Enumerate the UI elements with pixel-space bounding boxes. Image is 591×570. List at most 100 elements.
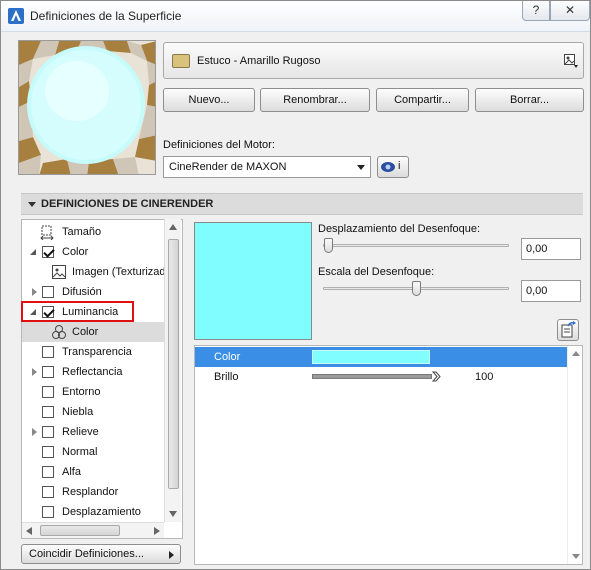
tree-item-label: Normal — [62, 446, 98, 458]
section-title: DEFINICIONES DE CINERENDER — [41, 198, 214, 210]
tree-item-reflectance[interactable]: Reflectancia — [22, 362, 166, 382]
collapsed-triangle-icon[interactable] — [32, 428, 37, 436]
tree-item-luminance-color[interactable]: Color — [22, 322, 166, 342]
fog-checkbox[interactable] — [42, 406, 54, 418]
displacement-checkbox[interactable] — [42, 506, 54, 518]
bump-checkbox[interactable] — [42, 426, 54, 438]
color-channels-icon — [52, 325, 66, 339]
diffusion-checkbox[interactable] — [42, 286, 54, 298]
tree-vertical-thumb[interactable] — [168, 239, 179, 489]
environment-checkbox[interactable] — [42, 386, 54, 398]
material-swatch — [172, 54, 190, 68]
tree-item-transparency[interactable]: Transparencia — [22, 342, 166, 362]
param-row-brightness[interactable]: Brillo 100 — [195, 367, 567, 387]
tree-item-fog[interactable]: Niebla — [22, 402, 166, 422]
new-button[interactable]: Nuevo... — [163, 88, 255, 112]
scroll-down-icon[interactable] — [572, 554, 580, 559]
scroll-right-icon[interactable] — [154, 527, 160, 535]
engine-label: Definiciones del Motor: — [163, 139, 275, 151]
brightness-slider-thumb[interactable] — [432, 371, 441, 382]
tree-item-label: Tamaño — [62, 226, 102, 238]
blur-scale-label: Escala del Desenfoque: — [318, 266, 435, 278]
luminance-color-preview[interactable] — [194, 222, 312, 340]
collapse-triangle-icon — [28, 202, 36, 207]
tree-item-label: Reflectancia — [62, 366, 123, 378]
share-button[interactable]: Compartir... — [376, 88, 469, 112]
param-label: Color — [214, 351, 241, 363]
blur-offset-label: Desplazamiento del Desenfoque: — [318, 223, 481, 235]
tree-item-bump[interactable]: Relieve — [22, 422, 166, 442]
tree-vertical-scrollbar[interactable] — [164, 219, 181, 522]
tree-item-label: Color — [62, 246, 89, 258]
channel-tree: Tamaño Color Imagen (Texturizado) Difusi… — [21, 219, 183, 539]
collapsed-triangle-icon[interactable] — [32, 288, 37, 296]
luminance-color-bar[interactable] — [312, 350, 430, 364]
tree-item-label: Imagen (Texturizado) — [72, 266, 176, 278]
tree-item-diffusion[interactable]: Difusión — [22, 282, 166, 302]
window-title: Definiciones de la Superficie — [30, 9, 182, 23]
tree-item-alpha[interactable]: Alfa — [22, 462, 166, 482]
tree-item-normal[interactable]: Normal — [22, 442, 166, 462]
material-selector[interactable]: Estuco - Amarillo Rugoso — [163, 42, 584, 79]
scroll-left-icon[interactable] — [26, 527, 32, 535]
engine-info-label: i — [398, 160, 401, 172]
tree-horizontal-thumb[interactable] — [40, 525, 120, 536]
tree-item-label: Difusión — [62, 286, 102, 298]
blur-offset-slider-track[interactable] — [323, 244, 509, 247]
export-settings-button[interactable] — [557, 319, 579, 341]
engine-selected-value: CineRender de MAXON — [169, 161, 287, 173]
engine-select[interactable]: CineRender de MAXON — [163, 156, 371, 178]
chevron-right-icon — [169, 551, 174, 559]
help-button[interactable]: ? — [522, 1, 550, 21]
reflectance-checkbox[interactable] — [42, 366, 54, 378]
document-arrow-icon — [561, 321, 576, 338]
close-button[interactable]: ✕ — [550, 1, 590, 21]
surface-settings-window: Definiciones de la Superficie ? ✕ Estuco… — [0, 0, 591, 570]
parameter-list-scrollbar[interactable] — [567, 346, 582, 564]
tree-item-image-texture[interactable]: Imagen (Texturizado) — [22, 262, 175, 282]
rename-button[interactable]: Renombrar... — [260, 88, 370, 112]
material-dropdown-icon[interactable] — [563, 53, 579, 69]
tree-item-color[interactable]: Color — [22, 242, 166, 262]
normal-checkbox[interactable] — [42, 446, 54, 458]
blur-offset-slider-thumb[interactable] — [324, 238, 333, 253]
brightness-slider-track[interactable] — [312, 374, 432, 379]
material-name: Estuco - Amarillo Rugoso — [197, 55, 321, 67]
brightness-value: 100 — [475, 371, 494, 383]
tree-item-environment[interactable]: Entorno — [22, 382, 166, 402]
tree-item-label: Color — [72, 326, 99, 338]
param-row-color[interactable]: Color — [195, 347, 567, 367]
image-icon — [52, 265, 66, 279]
archicad-app-icon — [8, 8, 24, 24]
match-settings-button[interactable]: Coincidir Definiciones... — [21, 544, 181, 564]
glow-checkbox[interactable] — [42, 486, 54, 498]
tree-item-label: Relieve — [62, 426, 99, 438]
tree-item-glow[interactable]: Resplandor — [22, 482, 166, 502]
material-preview — [18, 40, 156, 175]
tree-item-size[interactable]: Tamaño — [22, 222, 166, 242]
param-label: Brillo — [214, 371, 239, 383]
tree-item-label: Niebla — [62, 406, 94, 418]
tree-item-label: Alfa — [62, 466, 81, 478]
blur-offset-input[interactable]: 0,00 — [521, 238, 581, 260]
transparency-checkbox[interactable] — [42, 346, 54, 358]
tree-horizontal-scrollbar[interactable] — [22, 522, 164, 538]
color-checkbox[interactable] — [42, 246, 54, 258]
delete-button[interactable]: Borrar... — [475, 88, 584, 112]
alpha-checkbox[interactable] — [42, 466, 54, 478]
tree-item-label: Desplazamiento — [62, 506, 141, 518]
tree-item-displacement[interactable]: Desplazamiento — [22, 502, 166, 522]
tree-item-label: Resplandor — [62, 486, 119, 498]
preview-sphere-image — [19, 41, 155, 174]
eye-info-icon — [381, 162, 395, 172]
engine-info-button[interactable]: i — [377, 156, 409, 178]
scroll-down-icon[interactable] — [169, 511, 177, 517]
blur-scale-input[interactable]: 0,00 — [521, 280, 581, 302]
cinerender-section-header[interactable]: DEFINICIONES DE CINERENDER — [21, 193, 583, 215]
blur-scale-slider-thumb[interactable] — [411, 281, 421, 296]
scroll-up-icon[interactable] — [572, 351, 580, 356]
size-icon — [40, 225, 54, 240]
tree-item-label: Transparencia — [62, 346, 132, 358]
scroll-up-icon[interactable] — [169, 224, 177, 230]
collapsed-triangle-icon[interactable] — [32, 368, 37, 376]
